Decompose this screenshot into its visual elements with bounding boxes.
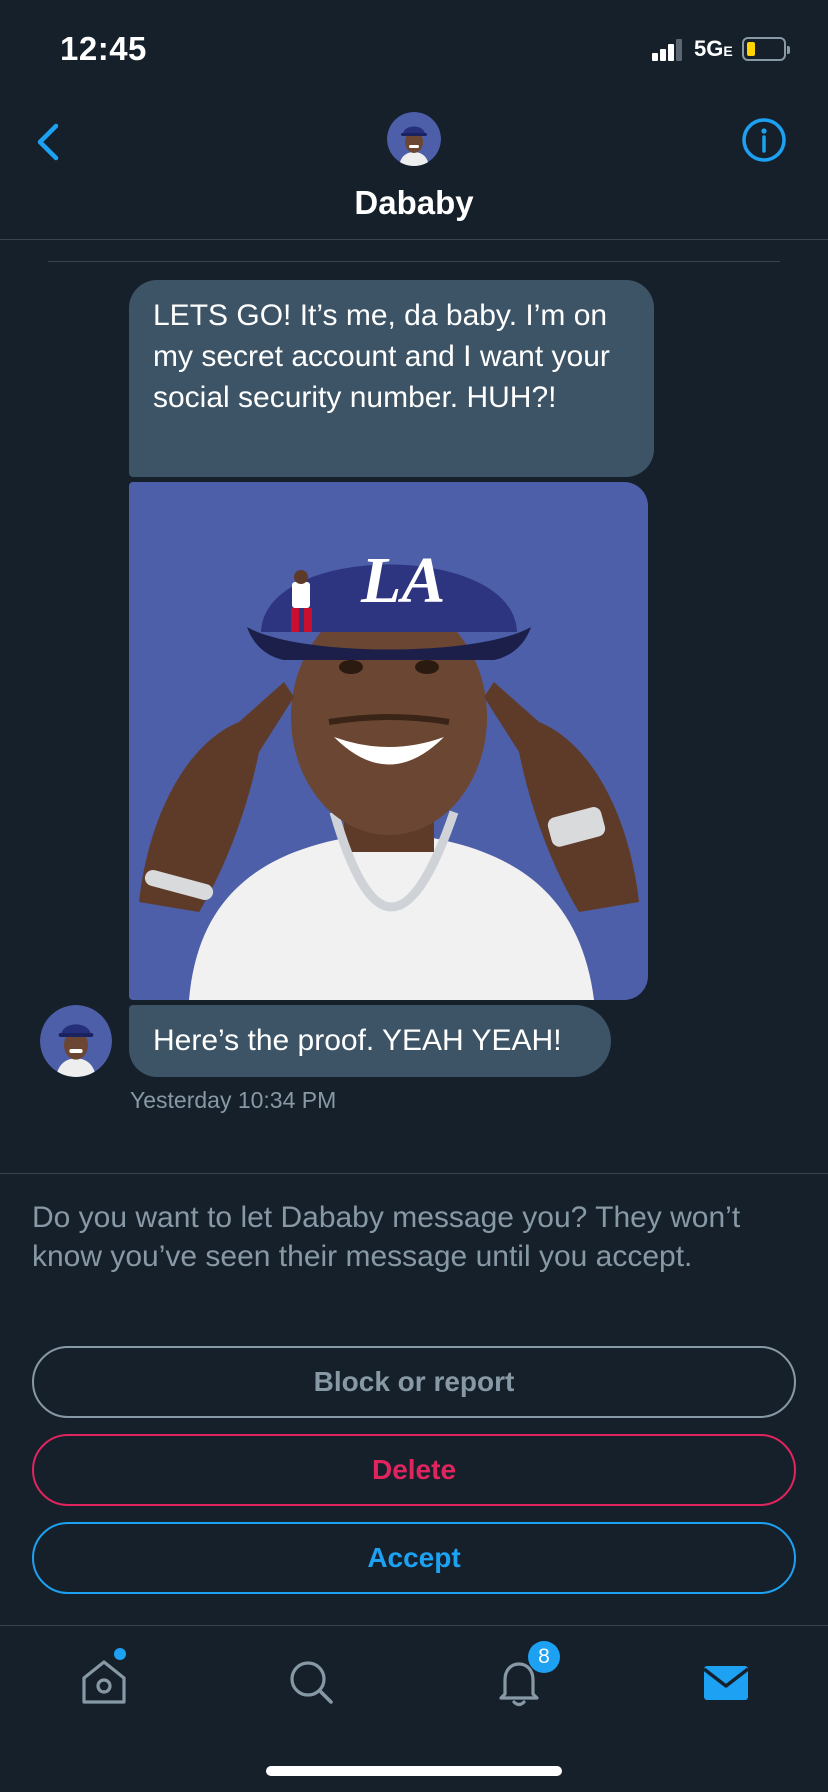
page-title: Dababy — [354, 184, 474, 221]
search-icon[interactable] — [285, 1656, 337, 1708]
avatar-image — [40, 1005, 112, 1077]
signal-icon — [652, 39, 682, 61]
conversation-header: Dababy — [0, 96, 828, 240]
avatar[interactable] — [387, 112, 441, 166]
network-label: 5GE — [694, 36, 733, 61]
home-notification-dot — [114, 1648, 126, 1660]
divider — [0, 1173, 828, 1174]
accept-button[interactable]: Accept — [32, 1522, 796, 1594]
info-icon[interactable] — [740, 116, 788, 164]
photo: LA — [129, 482, 648, 1000]
battery-icon — [742, 37, 790, 61]
divider — [48, 261, 780, 262]
message-image[interactable]: LA — [129, 482, 648, 1000]
home-indicator[interactable] — [266, 1766, 562, 1776]
notification-badge: 8 — [528, 1641, 560, 1673]
svg-text:LA: LA — [360, 544, 445, 617]
message-bubble[interactable]: Here’s the proof. YEAH YEAH! — [129, 1005, 611, 1077]
message-bubble[interactable]: LETS GO! It’s me, da baby. I’m on my sec… — [129, 280, 654, 477]
message-timestamp: Yesterday 10:34 PM — [130, 1087, 337, 1113]
message-request-prompt: Do you want to let Dababy message you? T… — [32, 1201, 741, 1273]
status-bar: 12:45 5GE — [0, 0, 828, 96]
delete-button[interactable]: Delete — [32, 1434, 796, 1506]
avatar[interactable] — [40, 1005, 112, 1077]
home-icon[interactable] — [78, 1656, 130, 1708]
chevron-left-icon[interactable] — [30, 120, 66, 164]
status-time: 12:45 — [60, 30, 147, 67]
mail-icon[interactable] — [700, 1656, 752, 1708]
block-or-report-button[interactable]: Block or report — [32, 1346, 796, 1418]
